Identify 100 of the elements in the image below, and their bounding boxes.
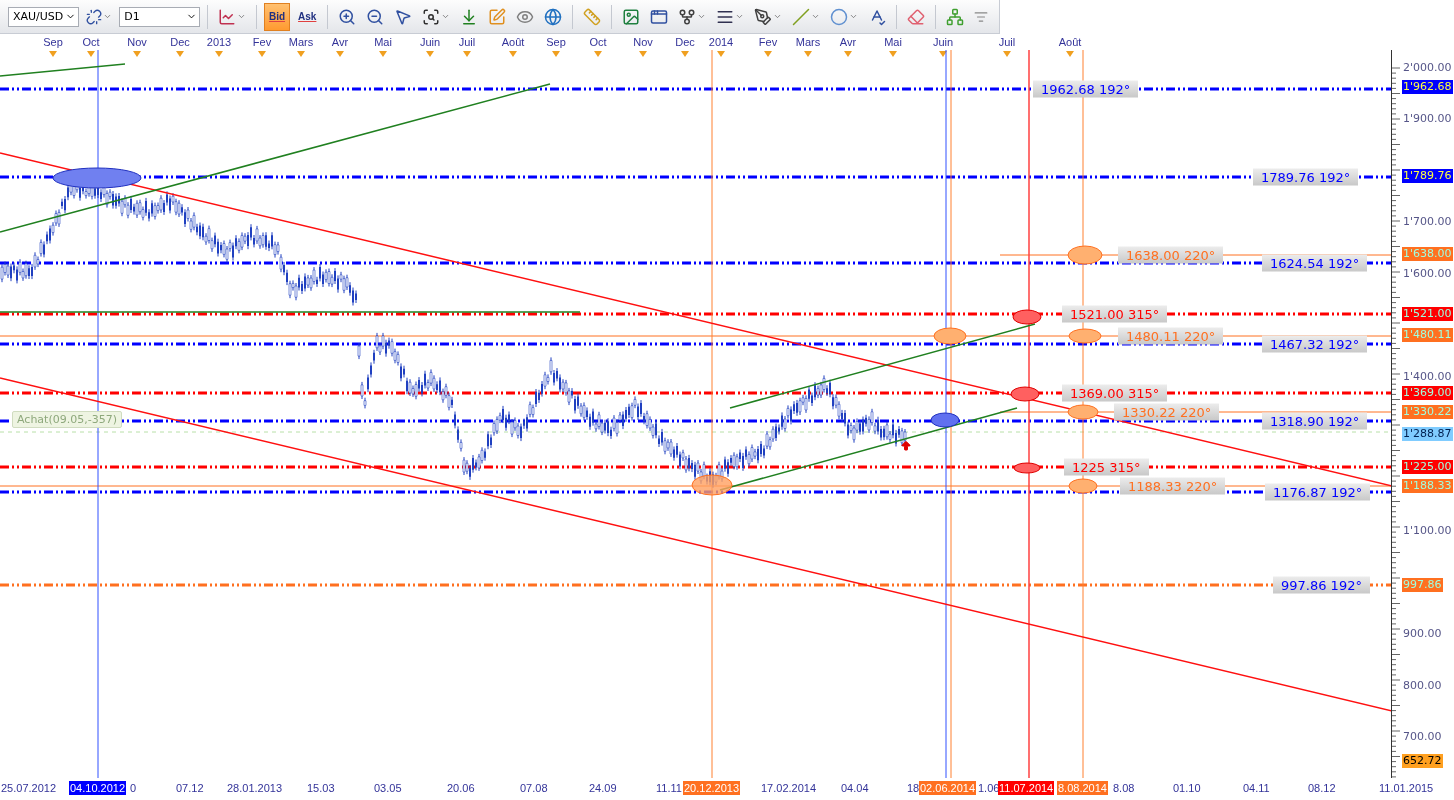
price-marker: 997.86 [1402, 578, 1443, 592]
price-tick-label: 800.00 [1402, 679, 1443, 693]
month-label: Juil [458, 36, 476, 48]
price-tick-label: 1'600.00 [1402, 267, 1453, 281]
date-label: 11.01.2015 [1378, 781, 1435, 795]
timeframe-select[interactable]: D1 [119, 6, 201, 27]
oval-marker [1068, 478, 1098, 494]
date-label: 03.05 [373, 781, 403, 795]
level-label: 1480.11 220° [1118, 327, 1224, 345]
price-tick-label: 700.00 [1402, 730, 1443, 744]
line-tool-icon [792, 7, 811, 26]
price-marker: 652.72 [1402, 754, 1443, 768]
symbol-select[interactable]: XAU/USD [8, 6, 80, 27]
level-label: 1521.00 315° [1062, 305, 1168, 323]
month-label: Juin [932, 36, 954, 48]
level-label: 1176.87 192° [1265, 483, 1371, 501]
price-marker: 1'962.68 [1402, 80, 1453, 94]
date-marker: 8.08.2014 [1057, 781, 1108, 795]
oval-marker [930, 412, 960, 428]
caret-icon [735, 12, 745, 21]
price-marker: 1'225.00 [1402, 460, 1453, 474]
ellipse-tool-icon [830, 7, 849, 26]
date-label: 20.06 [446, 781, 476, 795]
date-label: 25.07.2012 [0, 781, 58, 795]
month-label: Oct [589, 36, 607, 48]
month-label: Août [501, 36, 525, 48]
month-label: Dec [170, 36, 190, 48]
date-marker: 11.07.2014 [998, 781, 1055, 795]
date-label: 08.12 [1307, 781, 1337, 795]
price-marker: 1'188.33 [1402, 479, 1453, 493]
month-label: Mars [795, 36, 821, 48]
price-tick-label: 1'100.00 [1402, 524, 1453, 538]
price-tick-label: 900.00 [1402, 627, 1443, 641]
date-label: 17.02.2014 [760, 781, 818, 795]
caret-icon [697, 12, 707, 21]
price-marker: 1'638.00 [1402, 247, 1453, 261]
month-label: Mars [288, 36, 314, 48]
level-label: 1225 315° [1064, 458, 1149, 476]
price-marker: 1'288.87 [1402, 427, 1453, 441]
zoom-out-icon [366, 7, 385, 26]
month-label: 2013 [206, 36, 232, 48]
level-label: 1467.32 192° [1262, 335, 1368, 353]
edit-icon [488, 7, 507, 26]
level-label: 1624.54 192° [1262, 254, 1368, 272]
date-label: 11.11 [655, 781, 683, 795]
price-marker: 1'369.00 [1402, 386, 1453, 400]
price-tick-label: 1'900.00 [1402, 112, 1453, 126]
date-label: 15.03 [306, 781, 336, 795]
date-label: 04.11 [1242, 781, 1271, 795]
level-label: 1188.33 220° [1120, 477, 1226, 495]
window-icon [650, 7, 669, 26]
date-label: 04.04 [840, 781, 870, 795]
month-label: Nov [127, 36, 147, 48]
oval-marker [1068, 328, 1102, 344]
caret-icon [236, 12, 246, 21]
level-label: 1962.68 192° [1033, 80, 1139, 98]
oval-marker [1012, 309, 1042, 325]
caret-icon [811, 12, 821, 21]
oval-marker [1067, 245, 1103, 265]
date-label: 8.08 [1112, 781, 1136, 795]
oval-marker [691, 474, 733, 496]
network-icon [946, 7, 965, 26]
oval-marker [933, 327, 967, 345]
price-mode-button[interactable]: Ask [294, 2, 321, 31]
chart-type-icon [217, 7, 236, 26]
date-label: 01.10 [1172, 781, 1202, 795]
ruler-icon [583, 7, 602, 26]
price-marker: 1'480.11 [1402, 328, 1453, 342]
price-marker: 1'789.76 [1402, 169, 1453, 183]
caret-icon [849, 12, 859, 21]
date-marker: 04.10.2012 [69, 781, 127, 795]
month-label: 2014 [708, 36, 734, 48]
month-label: Dec [675, 36, 695, 48]
month-label: Mai [884, 36, 902, 48]
caret-icon [773, 12, 783, 21]
date-marker: 20.12.2013 [683, 781, 741, 795]
level-label: 1369.00 315° [1062, 384, 1168, 402]
month-label: Avr [331, 36, 349, 48]
pen-icon [754, 7, 773, 26]
date-marker: 02.06.2014 [919, 781, 977, 795]
caret-icon [103, 12, 113, 21]
month-label: Fev [758, 36, 778, 48]
level-label: 1330.22 220° [1114, 403, 1220, 421]
date-label: 07.12 [175, 781, 205, 795]
price-tick-label: 1'700.00 [1402, 215, 1453, 229]
price-marker: 1'330.22 [1402, 405, 1453, 419]
eraser-icon [907, 7, 926, 26]
date-label: 18 [906, 781, 920, 795]
price-mode-button[interactable]: Bid [263, 2, 291, 31]
zoom-area-icon [422, 7, 441, 26]
month-label: Août [1058, 36, 1082, 48]
oval-marker [1067, 404, 1099, 420]
month-label: Avr [839, 36, 857, 48]
price-tick-label: 2'000.00 [1402, 61, 1453, 75]
pointer-icon [394, 7, 413, 26]
date-label: 24.09 [588, 781, 618, 795]
image-icon [622, 7, 641, 26]
zoom-in-icon [338, 7, 357, 26]
month-label: Mai [374, 36, 392, 48]
arrow-up-icon [900, 440, 912, 452]
